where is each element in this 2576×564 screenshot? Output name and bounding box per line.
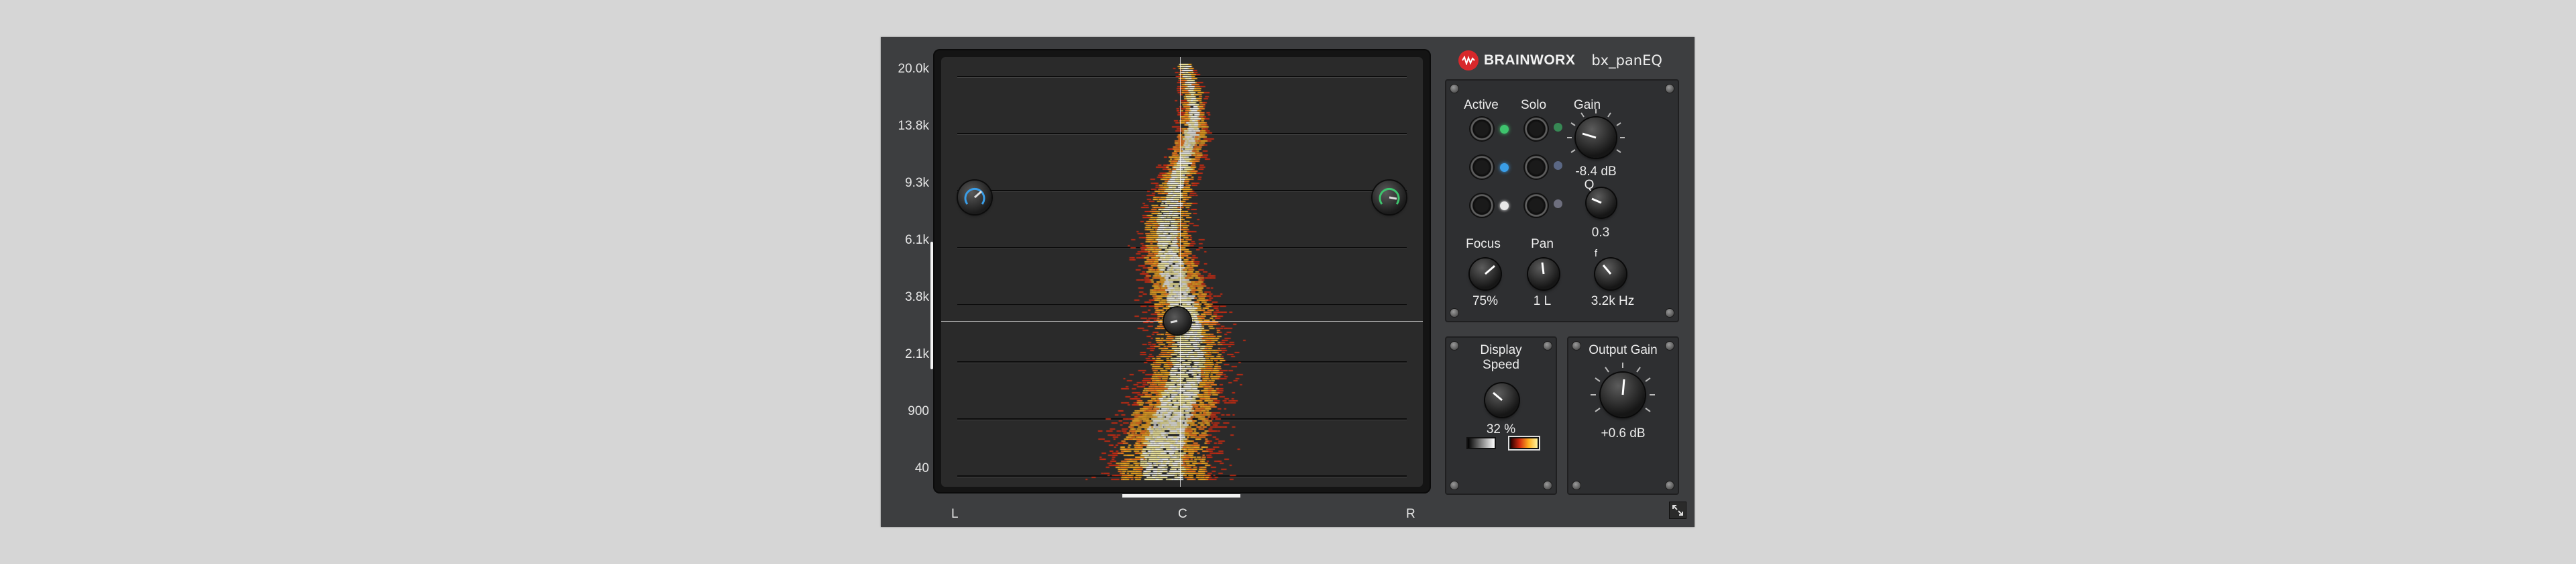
pan-label: Pan (1531, 237, 1554, 251)
freq-label: 6.1k (905, 233, 929, 247)
brand-name: BRAINWORX (1484, 52, 1576, 68)
freq-knob-label: f (1594, 248, 1598, 259)
output-gain-value: +0.6 dB (1601, 426, 1646, 440)
q-value: 0.3 (1591, 226, 1610, 240)
active-button-band3[interactable] (1470, 194, 1493, 217)
solo-button-band3[interactable] (1525, 194, 1548, 217)
node-arc-icon (964, 187, 985, 205)
display-speed-label-1: Display (1480, 343, 1522, 357)
node-arc-icon (1379, 187, 1400, 205)
focus-label: Focus (1466, 237, 1501, 251)
eq-node-green[interactable] (1373, 181, 1406, 214)
grayscale-colormap-button[interactable] (1466, 437, 1496, 449)
screw-icon (1544, 481, 1552, 489)
screw-icon (1572, 481, 1580, 489)
pan-label-left: L (951, 507, 959, 521)
spectrum-heatmap (941, 57, 1423, 487)
band-controls-panel: Active Solo Gain -8.4 dB Q 0.3 Focus 75%… (1445, 79, 1679, 322)
pan-spectrum-display[interactable] (933, 49, 1431, 493)
screw-icon (1666, 481, 1674, 489)
gain-knob[interactable] (1576, 117, 1616, 158)
solo-label: Solo (1520, 98, 1547, 112)
solo-led-band3 (1554, 199, 1562, 208)
screw-icon (1450, 85, 1458, 93)
frequency-value: 3.2k Hz (1591, 294, 1635, 308)
q-knob[interactable] (1587, 188, 1616, 218)
pan-center-handle[interactable] (1122, 494, 1240, 498)
brand-header: BRAINWORX bx_panEQ (1458, 49, 1662, 72)
display-speed-knob[interactable] (1485, 383, 1519, 417)
heat-colormap-button[interactable] (1509, 437, 1539, 449)
node-arc-icon (1170, 320, 1178, 324)
eq-node-blue[interactable] (958, 181, 991, 214)
screw-icon (1450, 481, 1458, 489)
freq-label: 9.3k (905, 176, 929, 190)
band1-led (1500, 125, 1509, 134)
gain-value: -8.4 dB (1575, 164, 1617, 179)
screw-icon (1450, 342, 1458, 350)
pan-knob[interactable] (1528, 258, 1559, 289)
crosshair-vertical (1180, 57, 1181, 487)
freq-label: 13.8k (898, 119, 929, 133)
screw-icon (1544, 342, 1552, 350)
plugin-window: 20.0k 13.8k 9.3k 6.1k 3.8k 2.1k 900 40 L… (881, 37, 1695, 527)
waveform-icon (1458, 50, 1479, 70)
freq-label: 900 (908, 404, 929, 418)
screw-icon (1450, 309, 1458, 317)
freq-label: 40 (914, 461, 929, 475)
output-gain-panel: Output Gain +0.6 dB (1567, 336, 1679, 495)
solo-led-band2 (1554, 161, 1562, 170)
focus-value: 75% (1472, 294, 1499, 308)
freq-label: 20.0k (898, 62, 929, 76)
active-button-band1[interactable] (1470, 117, 1493, 140)
pan-label-center: C (1178, 507, 1187, 521)
active-label: Active (1464, 98, 1499, 112)
band3-led (1500, 201, 1509, 210)
frequency-knob[interactable] (1595, 258, 1626, 289)
freq-label: 2.1k (905, 347, 929, 361)
display-grid (941, 57, 1423, 487)
display-speed-value: 32 % (1486, 422, 1516, 436)
display-speed-label-2: Speed (1483, 358, 1519, 372)
display-speed-panel: Display Speed 32 % (1445, 336, 1557, 495)
screw-icon (1666, 309, 1674, 317)
resize-icon[interactable] (1669, 502, 1686, 519)
plugin-name: bx_panEQ (1591, 52, 1662, 68)
solo-led-band1 (1554, 123, 1562, 132)
solo-button-band1[interactable] (1525, 117, 1548, 140)
active-button-band2[interactable] (1470, 156, 1493, 179)
eq-node-white[interactable] (1164, 308, 1191, 334)
screw-icon (1666, 85, 1674, 93)
output-gain-label: Output Gain (1589, 343, 1658, 357)
focus-knob[interactable] (1470, 258, 1501, 289)
pan-value: 1 L (1533, 294, 1552, 308)
freq-label: 3.8k (905, 290, 929, 304)
pan-label-right: R (1406, 507, 1415, 521)
band2-led (1500, 163, 1509, 172)
frequency-scale: 20.0k 13.8k 9.3k 6.1k 3.8k 2.1k 900 40 (888, 37, 929, 527)
output-gain-knob[interactable] (1601, 373, 1645, 417)
solo-button-band2[interactable] (1525, 156, 1548, 179)
